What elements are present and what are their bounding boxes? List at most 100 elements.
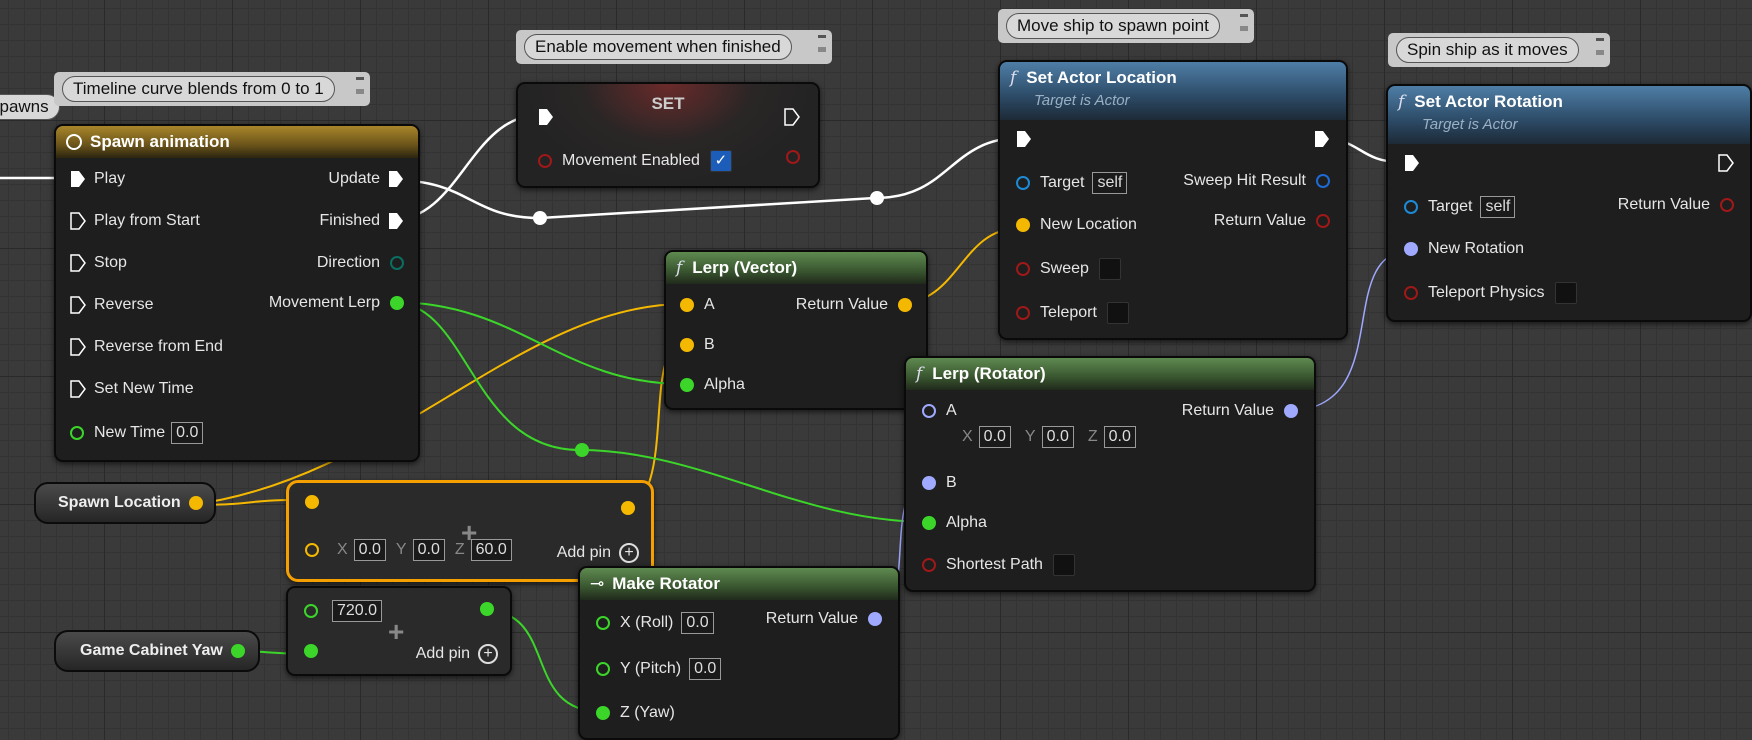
exec-in-pin[interactable]: Play — [70, 170, 125, 188]
new-time-field[interactable]: 0.0 — [171, 422, 204, 444]
target-field[interactable]: self — [1480, 196, 1516, 218]
teleport-physics-checkbox[interactable] — [1554, 282, 1577, 304]
add-x-field[interactable]: 0.0 — [353, 539, 386, 561]
movement-enabled-pin[interactable]: Movement Enabled ✓ — [538, 150, 732, 172]
add-input-pin[interactable]: X 0.0 Y 0.0 Z 60.0 — [305, 539, 512, 561]
add-float-field[interactable]: 720.0 — [332, 600, 383, 622]
return-value-pin[interactable]: Return Value — [766, 610, 882, 628]
sweep-hit-result-pin[interactable]: Sweep Hit Result — [1183, 172, 1330, 190]
a-z-field[interactable]: 0.0 — [1103, 426, 1136, 448]
new-rotation-pin[interactable]: New Rotation — [1404, 240, 1524, 258]
z-yaw-pin[interactable]: Z (Yaw) — [596, 704, 675, 722]
movement-enabled-checkbox[interactable]: ✓ — [709, 150, 732, 172]
return-value-pin[interactable]: Return Value — [1618, 196, 1734, 214]
float-pin-icon[interactable] — [230, 644, 245, 658]
target-pin[interactable]: Target self — [1016, 172, 1128, 194]
exec-out-pin[interactable] — [784, 108, 800, 126]
exec-in-pin[interactable] — [1404, 154, 1420, 172]
a-pin[interactable]: A — [922, 402, 957, 420]
exec-in-pin[interactable]: Play from Start — [70, 212, 200, 230]
a-x-field[interactable]: 0.0 — [978, 426, 1011, 448]
comment-move[interactable]: Move ship to spawn point — [998, 9, 1254, 43]
update-pin[interactable]: Update — [328, 170, 404, 188]
reroute-node[interactable] — [533, 211, 547, 225]
shortest-path-checkbox[interactable] — [1052, 554, 1075, 576]
comment-spawns[interactable]: spawns — [0, 94, 60, 120]
reroute-node[interactable] — [575, 443, 589, 457]
float-pin-icon — [70, 426, 84, 440]
node-header: f Lerp (Rotator) — [906, 358, 1314, 390]
lerp-rotator-node[interactable]: f Lerp (Rotator) A X 0.0 Y 0.0 Z 0.0 B A… — [904, 356, 1316, 592]
return-value-pin[interactable]: Return Value — [796, 296, 912, 314]
target-field[interactable]: self — [1092, 172, 1128, 194]
add-output-pin[interactable] — [621, 501, 635, 515]
pin-comment-icon[interactable] — [1238, 12, 1250, 34]
new-time-pin[interactable]: New Time 0.0 — [70, 422, 204, 444]
spawn-location-variable[interactable]: Spawn Location — [34, 482, 216, 524]
set-actor-rotation-node[interactable]: f Set Actor Rotation Target is Actor Tar… — [1386, 84, 1752, 322]
pin-label: Return Value — [1181, 402, 1274, 419]
b-pin[interactable]: B — [680, 336, 715, 354]
exec-pin-icon — [1405, 155, 1419, 171]
vector-pin-icon[interactable] — [188, 496, 203, 510]
clock-icon — [66, 134, 82, 150]
pin-label: Z (Yaw) — [620, 704, 675, 721]
a-pin[interactable]: A — [680, 296, 715, 314]
set-variable-node[interactable]: SET Movement Enabled ✓ — [516, 82, 820, 188]
add-pin-button[interactable]: Add pin + — [416, 644, 498, 664]
target-pin[interactable]: Target self — [1404, 196, 1516, 218]
exec-in-pin[interactable]: Reverse — [70, 296, 154, 314]
add-y-field[interactable]: 0.0 — [412, 539, 445, 561]
add-output-pin[interactable] — [480, 602, 494, 616]
lerp-vector-node[interactable]: f Lerp (Vector) A B Alpha Return Value — [664, 250, 928, 410]
shortest-path-pin[interactable]: Shortest Path — [922, 554, 1075, 576]
pin-comment-icon[interactable] — [354, 75, 366, 97]
sweep-checkbox[interactable] — [1098, 258, 1121, 280]
timeline-node[interactable]: Spawn animation Play Play from Start Sto… — [54, 124, 420, 462]
add-float-node[interactable]: 720.0 + Add pin + — [286, 586, 512, 676]
b-pin[interactable]: B — [922, 474, 957, 492]
return-value-pin[interactable]: Return Value — [1214, 212, 1330, 230]
add-input-pin[interactable] — [305, 495, 319, 509]
y-label: Y — [1024, 428, 1036, 445]
exec-out-pin[interactable] — [1718, 154, 1734, 172]
set-actor-location-node[interactable]: f Set Actor Location Target is Actor Tar… — [998, 60, 1348, 340]
make-rotator-node[interactable]: ⊸ Make Rotator X (Roll) 0.0 Y (Pitch) 0.… — [578, 566, 900, 740]
exec-in-pin[interactable]: Set New Time — [70, 380, 194, 398]
teleport-checkbox[interactable] — [1106, 302, 1129, 324]
pitch-field[interactable]: 0.0 — [689, 658, 722, 680]
bool-out-pin[interactable] — [786, 150, 800, 164]
y-pitch-pin[interactable]: Y (Pitch) 0.0 — [596, 658, 722, 680]
exec-in-pin[interactable]: Stop — [70, 254, 127, 272]
exec-in-pin[interactable] — [1016, 130, 1032, 148]
add-pin-button[interactable]: Add pin + — [557, 543, 639, 563]
finished-pin[interactable]: Finished — [320, 212, 404, 230]
teleport-physics-pin[interactable]: Teleport Physics — [1404, 282, 1577, 304]
game-cabinet-yaw-variable[interactable]: Game Cabinet Yaw — [54, 630, 260, 672]
add-input-pin[interactable]: 720.0 — [304, 600, 383, 622]
exec-out-pin[interactable] — [1314, 130, 1330, 148]
alpha-pin[interactable]: Alpha — [922, 514, 987, 532]
new-location-pin[interactable]: New Location — [1016, 216, 1137, 234]
x-roll-pin[interactable]: X (Roll) 0.0 — [596, 612, 714, 634]
movement-lerp-pin[interactable]: Movement Lerp — [269, 294, 404, 312]
sweep-pin[interactable]: Sweep — [1016, 258, 1121, 280]
pin-label: Teleport Physics — [1428, 284, 1545, 301]
add-input-pin[interactable] — [304, 644, 318, 658]
pin-label: B — [946, 474, 957, 491]
pin-comment-icon[interactable] — [816, 33, 828, 55]
a-y-field[interactable]: 0.0 — [1041, 426, 1074, 448]
pin-comment-icon[interactable] — [1594, 36, 1606, 58]
exec-in-pin[interactable] — [538, 108, 554, 126]
return-value-pin[interactable]: Return Value — [1182, 402, 1298, 420]
comment-enable[interactable]: Enable movement when finished — [516, 30, 832, 64]
reroute-node[interactable] — [870, 191, 884, 205]
alpha-pin[interactable]: Alpha — [680, 376, 745, 394]
comment-spin[interactable]: Spin ship as it moves — [1388, 33, 1610, 67]
plus-icon: + — [388, 616, 405, 647]
teleport-pin[interactable]: Teleport — [1016, 302, 1129, 324]
roll-field[interactable]: 0.0 — [681, 612, 714, 634]
direction-pin[interactable]: Direction — [317, 254, 404, 272]
exec-in-pin[interactable]: Reverse from End — [70, 338, 223, 356]
comment-timeline[interactable]: Timeline curve blends from 0 to 1 — [54, 72, 370, 106]
